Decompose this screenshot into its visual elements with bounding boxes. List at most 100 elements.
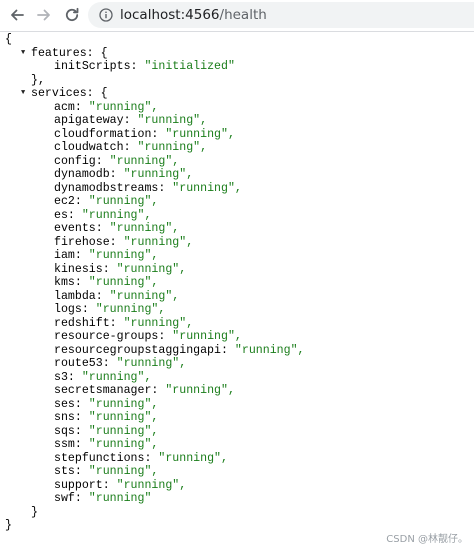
json-value: "running", — [109, 154, 180, 168]
json-key: resource-groups: — [54, 330, 173, 343]
brace: }, — [31, 73, 45, 87]
json-entry: acm: "running", — [0, 101, 474, 115]
json-key: features: { — [31, 46, 108, 60]
json-value: "running", — [88, 100, 159, 114]
json-key: es: — [54, 208, 82, 222]
json-value: "running", — [81, 370, 152, 384]
json-key: secretsmanager: — [54, 384, 166, 397]
json-viewer: { ▼ features: {initScripts: "initialized"}… — [0, 33, 474, 533]
json-services-key: ▼ services: { — [0, 87, 474, 101]
json-value: "running", — [88, 411, 159, 424]
json-entry: kms: "running", — [0, 276, 474, 290]
json-key: logs: — [54, 303, 96, 316]
json-key: kinesis: — [54, 262, 117, 276]
json-value: "running", — [88, 397, 159, 411]
json-key: ec2: — [54, 195, 89, 208]
json-key: firehose: — [54, 235, 124, 249]
brace: { — [5, 33, 12, 46]
json-value: "running", — [95, 303, 166, 316]
json-features-key: ▼ features: { — [0, 47, 474, 61]
json-value: "running", — [116, 478, 187, 492]
json-entry: kinesis: "running", — [0, 263, 474, 277]
json-entry: stepfunctions: "running", — [0, 452, 474, 466]
json-key: stepfunctions: — [54, 451, 159, 465]
forward-button[interactable] — [33, 4, 55, 26]
back-button[interactable] — [6, 4, 28, 26]
json-value: "running", — [88, 276, 159, 289]
json-entry: initScripts: "initialized" — [0, 60, 474, 74]
brace: } — [5, 519, 12, 532]
json-value: "running", — [81, 208, 152, 222]
json-entry: resource-groups: "running", — [0, 330, 474, 344]
back-arrow-icon — [11, 9, 24, 21]
json-value: "running", — [165, 384, 235, 397]
json-entry: support: "running", — [0, 479, 474, 493]
json-value: "running", — [158, 451, 228, 465]
url-path: /health — [219, 7, 267, 23]
json-key: resourcegroupstaggingapi: — [54, 343, 235, 357]
json-entry: s3: "running", — [0, 371, 474, 385]
info-icon[interactable] — [99, 8, 113, 22]
json-value: "initialized" — [144, 60, 235, 73]
browser-toolbar: localhost:4566/health — [0, 0, 474, 32]
json-value: "running", — [109, 222, 180, 235]
json-key: sqs: — [54, 424, 89, 438]
forward-arrow-icon — [37, 9, 50, 21]
json-key: swf: — [54, 492, 89, 505]
json-entry: config: "running", — [0, 155, 474, 169]
json-entry: apigateway: "running", — [0, 114, 474, 128]
json-entry: swf: "running" — [0, 492, 474, 506]
collapse-triangle-icon[interactable]: ▼ — [21, 47, 25, 61]
json-entry: ssm: "running", — [0, 438, 474, 452]
reload-button[interactable] — [61, 4, 83, 26]
json-entry: events: "running", — [0, 222, 474, 236]
json-features-close: }, — [0, 74, 474, 88]
json-value: "running", — [116, 357, 187, 370]
json-key: ses: — [54, 397, 89, 411]
json-key: dynamodbstreams: — [54, 181, 173, 195]
url-text[interactable]: localhost:4566/health — [120, 6, 267, 24]
json-entry: logs: "running", — [0, 303, 474, 317]
json-value: "running", — [88, 438, 159, 451]
collapse-triangle-icon[interactable]: ▼ — [21, 87, 25, 101]
reload-icon — [65, 7, 79, 22]
json-key: iam: — [54, 249, 89, 262]
json-entry: iam: "running", — [0, 249, 474, 263]
json-entry: cloudwatch: "running", — [0, 141, 474, 155]
json-key: apigateway: — [54, 114, 138, 127]
json-entry: ec2: "running", — [0, 195, 474, 209]
json-value: "running", — [88, 249, 159, 262]
json-value: "running", — [123, 235, 194, 249]
json-entry: sns: "running", — [0, 411, 474, 425]
json-value: "running", — [137, 114, 208, 127]
json-services-close: } — [0, 506, 474, 520]
json-open-brace: { — [0, 33, 474, 47]
json-value: "running" — [88, 492, 152, 505]
brace: } — [31, 505, 38, 519]
json-entry: resourcegroupstaggingapi: "running", — [0, 344, 474, 358]
json-entry: lambda: "running", — [0, 290, 474, 304]
json-value: "running", — [123, 316, 194, 330]
json-key: initScripts: — [54, 60, 145, 73]
json-key: support: — [54, 478, 117, 492]
json-key: cloudwatch: — [54, 141, 138, 154]
json-key: redshift: — [54, 316, 124, 330]
json-entry: redshift: "running", — [0, 317, 474, 331]
json-key: sts: — [54, 465, 89, 478]
json-entry: route53: "running", — [0, 357, 474, 371]
json-entry: sts: "running", — [0, 465, 474, 479]
json-entry: dynamodbstreams: "running", — [0, 182, 474, 196]
json-value: "running", — [123, 168, 194, 181]
json-key: kms: — [54, 276, 89, 289]
json-key: services: { — [31, 87, 108, 100]
json-key: route53: — [54, 357, 117, 370]
json-entry: ses: "running", — [0, 398, 474, 412]
json-entry: es: "running", — [0, 209, 474, 223]
json-key: ssm: — [54, 438, 89, 451]
address-bar[interactable]: localhost:4566/health — [88, 2, 474, 28]
json-value: "running", — [165, 127, 235, 141]
json-value: "running", — [88, 195, 159, 208]
json-key: s3: — [54, 370, 82, 384]
json-key: config: — [54, 154, 110, 168]
url-host: localhost:4566 — [120, 7, 220, 23]
